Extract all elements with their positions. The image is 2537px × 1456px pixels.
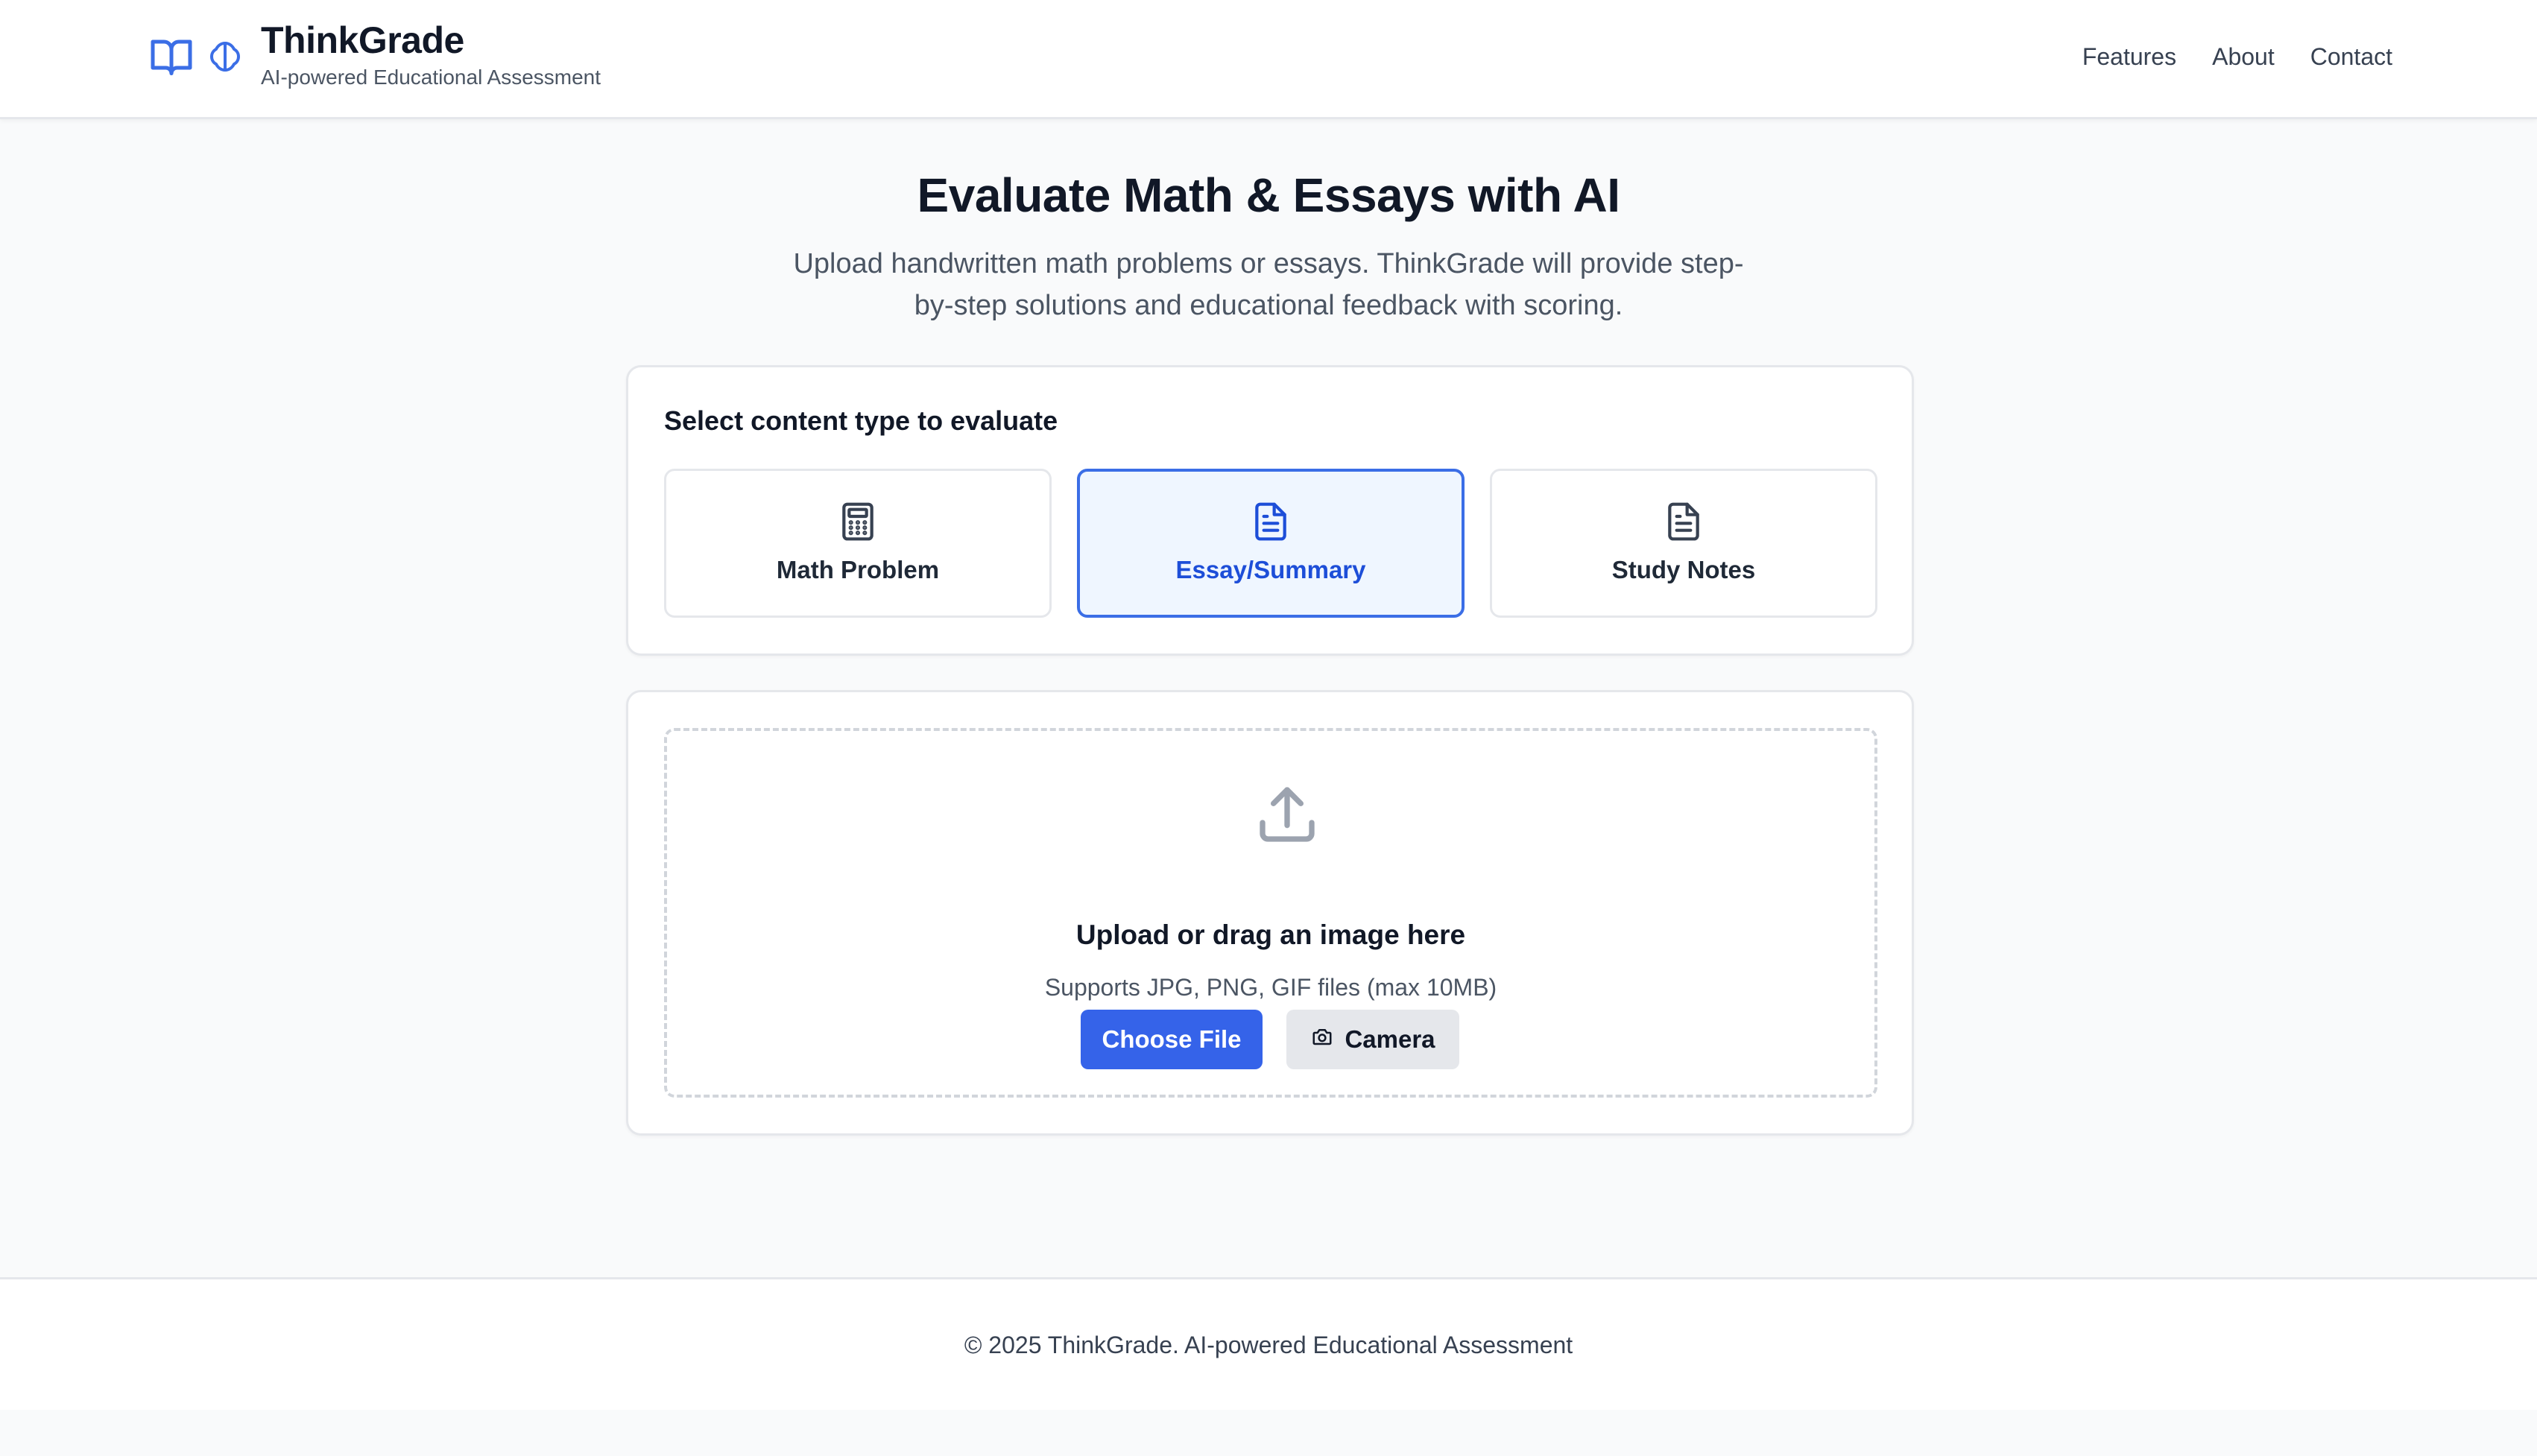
nav-link-features[interactable]: Features [2082, 39, 2176, 75]
upload-actions: Choose File Camera [667, 1010, 1874, 1069]
top-header: ThinkGrade AI-powered Educational Assess… [0, 0, 2537, 119]
upload-title: Upload or drag an image here [1075, 920, 1466, 950]
option-math-problem[interactable]: Math Problem [664, 469, 1052, 618]
camera-icon [1310, 1025, 1345, 1054]
content-type-label: Select content type to evaluate [664, 405, 1058, 436]
page-footer: © 2025 ThinkGrade. AI-powered Educationa… [0, 1277, 2537, 1410]
content-type-card: Select content type to evaluate Math Pro… [626, 365, 1914, 656]
brand-subtitle: AI-powered Educational Assessment [261, 66, 601, 89]
upload-card: Upload or drag an image here Supports JP… [626, 690, 1914, 1136]
upload-dropzone[interactable]: Upload or drag an image here Supports JP… [664, 728, 1877, 1098]
nav-link-contact[interactable]: Contact [2310, 39, 2392, 75]
footer-copyright: © 2025 ThinkGrade. AI-powered Educationa… [964, 1332, 1573, 1358]
main-nav: Features About Contact [2082, 39, 2392, 75]
brain-icon [207, 37, 243, 76]
document-icon [1250, 498, 1292, 552]
option-label: Study Notes [1611, 556, 1756, 583]
option-study-notes[interactable]: Study Notes [1490, 469, 1877, 618]
camera-button[interactable]: Camera [1286, 1010, 1459, 1069]
page-title: Evaluate Math & Essays with AI [917, 168, 1620, 222]
book-open-icon [148, 34, 195, 79]
option-label: Essay/Summary [1175, 556, 1366, 583]
nav-link-about[interactable]: About [2212, 39, 2275, 75]
option-label: Math Problem [776, 556, 940, 583]
brand-icons [148, 34, 243, 79]
camera-button-label: Camera [1345, 1025, 1435, 1053]
content-type-options: Math Problem Essay/Summary Study Notes [664, 469, 1877, 618]
brand[interactable]: ThinkGrade AI-powered Educational Assess… [148, 16, 601, 91]
upload-icon [1254, 782, 1320, 851]
upload-subtitle: Supports JPG, PNG, GIF files (max 10MB) [1044, 974, 1497, 1001]
choose-file-button[interactable]: Choose File [1081, 1010, 1263, 1069]
document-icon [1663, 498, 1705, 552]
option-essay-summary[interactable]: Essay/Summary [1077, 469, 1465, 618]
calculator-icon [837, 498, 879, 552]
page-description: Upload handwritten math problems or essa… [793, 248, 1744, 321]
brand-title: ThinkGrade [261, 19, 464, 61]
